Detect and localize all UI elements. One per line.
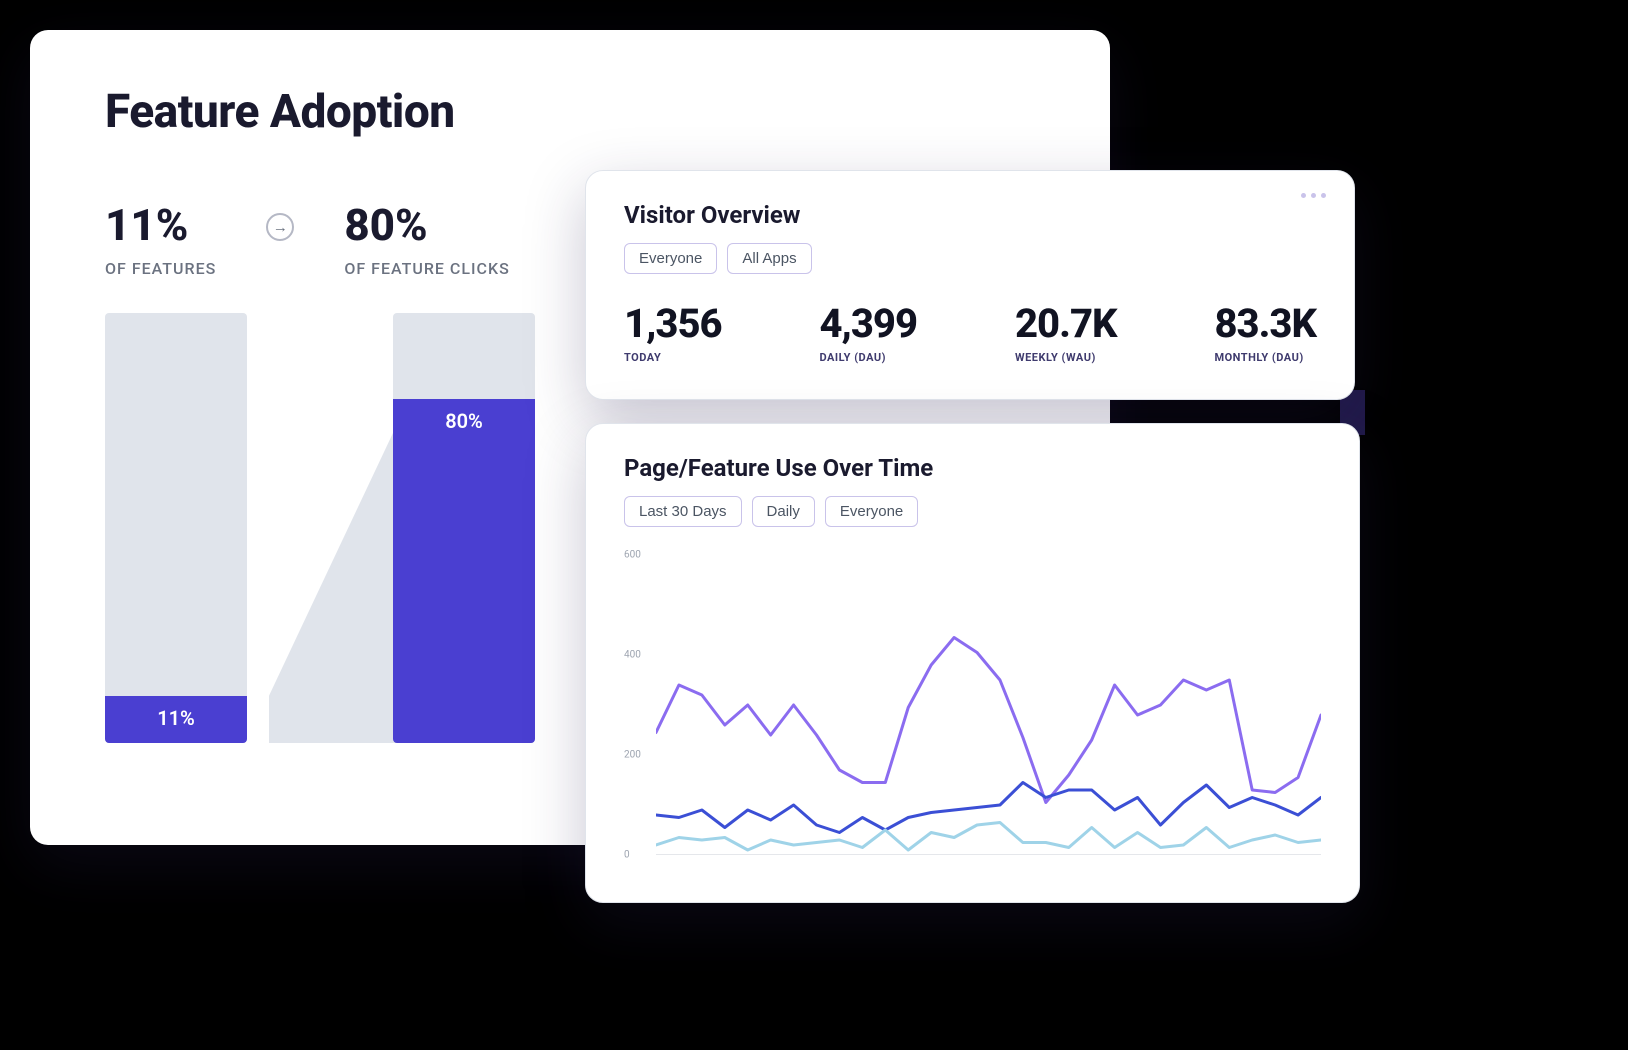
stat-of-feature-clicks: 80% OF FEATURE CLICKS xyxy=(344,199,509,278)
bar-of-feature-clicks: 80% xyxy=(393,313,535,743)
usage-filters: Last 30 Days Daily Everyone xyxy=(624,496,1321,527)
bar-fill: 80% xyxy=(393,399,535,743)
feature-adoption-title: Feature Adoption xyxy=(105,85,1035,139)
metric-label: DAILY (DAU) xyxy=(819,351,917,364)
metric-value: 4,399 xyxy=(819,300,917,347)
metric-mau: 83.3K MONTHLY (DAU) xyxy=(1214,300,1316,364)
arrow-icon-wrap: → xyxy=(266,199,294,255)
ytick: 200 xyxy=(624,750,641,761)
metric-label: WEEKLY (WAU) xyxy=(1015,351,1117,364)
usage-line-chart: 6004002000 xyxy=(656,555,1321,855)
stat-value: 80% xyxy=(344,199,509,251)
stat-label: OF FEATURE CLICKS xyxy=(344,259,509,278)
metric-wau: 20.7K WEEKLY (WAU) xyxy=(1015,300,1117,364)
metric-dau: 4,399 DAILY (DAU) xyxy=(819,300,917,364)
ytick: 600 xyxy=(624,550,641,561)
bar-fill-label: 80% xyxy=(445,409,483,433)
bar-fill: 11% xyxy=(105,696,247,743)
more-menu-icon[interactable] xyxy=(1301,193,1326,198)
metric-label: MONTHLY (DAU) xyxy=(1214,351,1316,364)
stat-of-features: 11% OF FEATURES xyxy=(105,199,216,278)
visitor-overview-card: Visitor Overview Everyone All Apps 1,356… xyxy=(585,170,1355,400)
metric-value: 83.3K xyxy=(1214,300,1316,347)
visitor-metrics-row: 1,356 TODAY 4,399 DAILY (DAU) 20.7K WEEK… xyxy=(624,300,1316,364)
usage-title: Page/Feature Use Over Time xyxy=(624,454,1321,482)
ytick: 400 xyxy=(624,650,641,661)
filter-last-30-days[interactable]: Last 30 Days xyxy=(624,496,742,527)
bar-of-features: 11% xyxy=(105,313,247,743)
metric-today: 1,356 TODAY xyxy=(624,300,722,364)
arrow-right-icon: → xyxy=(266,213,294,241)
stat-value: 11% xyxy=(105,199,216,251)
ytick: 0 xyxy=(624,850,630,861)
bar-fill-label: 11% xyxy=(157,706,195,730)
filter-daily[interactable]: Daily xyxy=(752,496,815,527)
metric-value: 1,356 xyxy=(624,300,722,347)
visitor-overview-filters: Everyone All Apps xyxy=(624,243,1316,274)
filter-everyone[interactable]: Everyone xyxy=(624,243,717,274)
filter-everyone[interactable]: Everyone xyxy=(825,496,918,527)
metric-label: TODAY xyxy=(624,351,722,364)
visitor-overview-title: Visitor Overview xyxy=(624,201,1316,229)
filter-all-apps[interactable]: All Apps xyxy=(727,243,811,274)
metric-value: 20.7K xyxy=(1015,300,1117,347)
usage-over-time-card: Page/Feature Use Over Time Last 30 Days … xyxy=(585,423,1360,903)
feature-adoption-bars: 11% 80% xyxy=(105,313,535,743)
stat-label: OF FEATURES xyxy=(105,259,216,278)
bar-wedge xyxy=(269,313,371,743)
